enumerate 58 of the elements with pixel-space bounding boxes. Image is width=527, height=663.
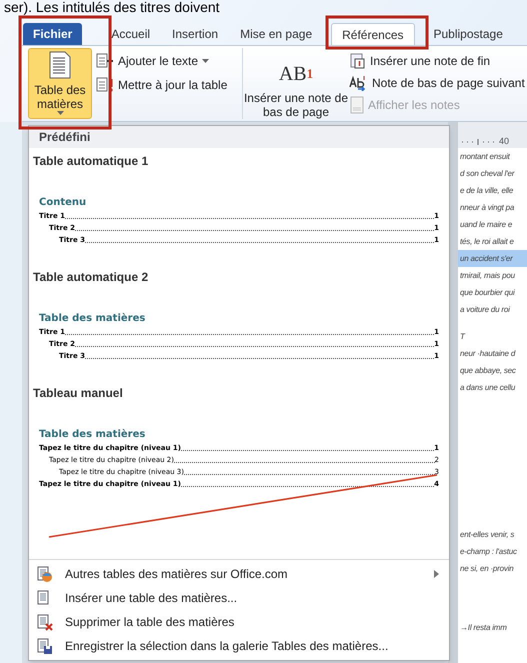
caption-text: ser). Les intitulés des titres doivent <box>3 0 221 15</box>
toc-heading: Contenu <box>39 196 88 210</box>
menu-section-header: Prédéfini <box>29 126 449 148</box>
ribbon-tab[interactable]: Accueil <box>101 23 160 45</box>
notes-page-icon <box>349 96 365 114</box>
ab-text: AB <box>278 67 307 81</box>
superscript-mark: 1 <box>306 67 314 81</box>
gallery-title: Table automatique 1 <box>32 153 150 170</box>
ribbon-button[interactable]: Ajouter le texte <box>96 52 242 70</box>
ribbon-tab[interactable]: Mise en page <box>230 23 322 45</box>
ribbon-tab[interactable]: Références <box>331 23 414 45</box>
menu-item[interactable]: Enregistrer la sélection dans la galerie Tables des matières... <box>29 634 449 658</box>
document-icon <box>48 51 72 79</box>
save-document-icon <box>35 637 53 655</box>
document-text: tés, le roi allait e <box>459 236 515 248</box>
document-text: a dans une cellu <box>459 382 516 394</box>
menu-item[interactable]: Insérer une table des matières... <box>29 586 449 610</box>
ribbon-button[interactable]: Insérer une note de fin <box>349 52 525 70</box>
ribbon-button[interactable]: Note de bas de page suivant <box>349 74 525 92</box>
footnote-button[interactable]: AB1 Insérer une note de bas de page <box>243 46 349 121</box>
menu-item[interactable]: Supprimer la table des matières <box>29 610 449 634</box>
document-text: que abbaye, sec <box>459 365 517 377</box>
document-text: T <box>459 331 466 343</box>
file-tab[interactable]: Fichier <box>23 23 82 45</box>
document-text: e-champ : l'astuc <box>459 546 518 558</box>
document-text: ne si, en ·provin <box>459 563 515 575</box>
document-text: a voiture du roi <box>459 304 511 316</box>
page-plus-icon <box>96 53 114 69</box>
document-text: montant ensuit <box>459 151 511 163</box>
document-text: neur ·hautaine d <box>459 348 516 360</box>
globe-page-icon <box>35 565 53 583</box>
document-text: que bourbier qui <box>459 287 516 299</box>
ruler-ticks-icon <box>460 138 496 146</box>
document-text: d son cheval l'er <box>459 168 516 180</box>
document-text: e de la ville, elle <box>459 185 514 197</box>
document-text: uand le maire e <box>459 219 514 231</box>
page-exclamation-icon <box>96 77 114 93</box>
toc-heading: Table des matières <box>39 428 146 442</box>
delete-document-icon <box>35 613 53 631</box>
document-text: ent-elles venir, s <box>459 529 516 541</box>
ribbon-tab[interactable]: Publipostage <box>424 23 513 45</box>
ribbon-tab[interactable]: Insertion <box>162 23 228 45</box>
endnote-icon <box>349 53 367 69</box>
document-text: →Il resta imm <box>459 622 508 634</box>
gallery-title: Table automatique 2 <box>32 269 150 286</box>
caret-icon <box>202 59 210 63</box>
toc-heading: Table des matières <box>39 312 146 326</box>
document-text: tmirail, mais pou <box>459 270 516 282</box>
menu-item[interactable]: Autres tables des matières sur Office.com <box>29 562 449 586</box>
document-text: nneur à vingt pa <box>459 202 516 214</box>
footnote-label: Insérer une note de bas de page <box>243 91 349 119</box>
ruler-number: 40 <box>499 136 510 146</box>
document-text: un accident s'er <box>458 250 527 267</box>
caret-icon <box>56 111 64 115</box>
toc-button[interactable]: Table des matières <box>28 48 92 119</box>
submenu-arrow-icon <box>434 570 439 578</box>
ribbon-button[interactable]: Mettre à jour la table <box>96 76 242 94</box>
gallery-title: Tableau manuel <box>32 385 124 402</box>
